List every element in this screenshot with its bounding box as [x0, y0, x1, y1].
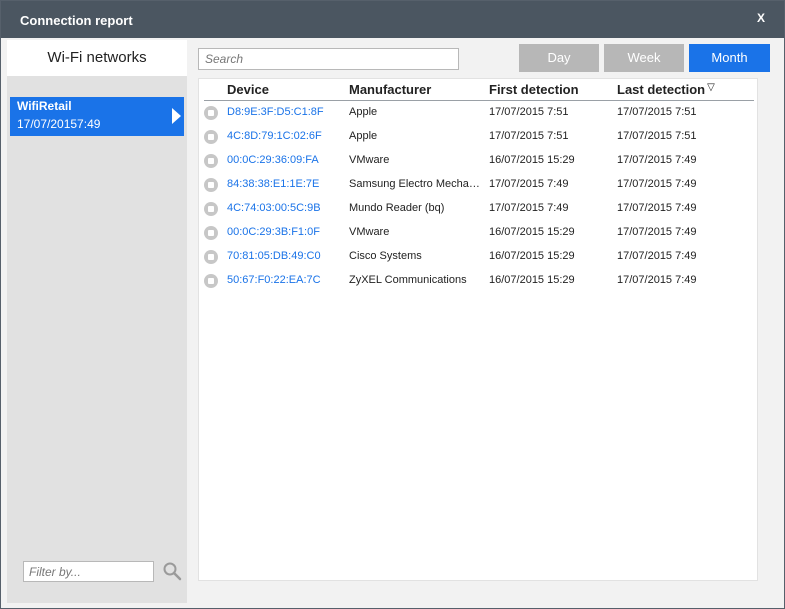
sidebar: Wi-Fi networks WifiRetail 17/07/20157:49 — [7, 40, 187, 603]
manufacturer: VMware — [349, 226, 390, 238]
sidebar-header: Wi-Fi networks — [7, 40, 187, 76]
manufacturer: Cisco Systems — [349, 250, 422, 262]
table-row[interactable]: 50:67:F0:22:EA:7C ZyXEL Communications 16/… — [199, 269, 757, 293]
last-detection: 17/07/2015 7:49 — [617, 274, 697, 286]
lock-icon — [204, 226, 218, 240]
week-button[interactable]: Week — [604, 44, 684, 72]
column-header-first-detection[interactable]: First detection — [489, 82, 579, 97]
column-header-last-detection[interactable]: Last detection ▽ — [617, 82, 715, 97]
network-time: 17/07/20157:49 — [17, 117, 101, 131]
last-detection: 17/07/2015 7:49 — [617, 154, 697, 166]
last-detection: 17/07/2015 7:51 — [617, 130, 697, 142]
devices-table: Device Manufacturer First detection Last… — [198, 78, 758, 581]
first-detection: 17/07/2015 7:51 — [489, 106, 569, 118]
table-row[interactable]: 70:81:05:DB:49:C0 Cisco Systems 16/07/2015… — [199, 245, 757, 269]
column-header-last-detection-label: Last detection — [617, 82, 706, 97]
first-detection: 16/07/2015 15:29 — [489, 154, 575, 166]
last-detection: 17/07/2015 7:49 — [617, 250, 697, 262]
device-mac[interactable]: D8:9E:3F:D5:C1:8F — [227, 106, 324, 118]
column-header-manufacturer[interactable]: Manufacturer — [349, 82, 431, 97]
first-detection: 17/07/2015 7:49 — [489, 178, 569, 190]
day-button[interactable]: Day — [519, 44, 599, 72]
close-button[interactable]: X — [754, 11, 768, 25]
search-input[interactable] — [198, 48, 459, 70]
lock-icon — [204, 202, 218, 216]
manufacturer: ZyXEL Communications — [349, 274, 467, 286]
title-bar: Connection report X — [1, 1, 784, 38]
last-detection: 17/07/2015 7:49 — [617, 202, 697, 214]
device-mac[interactable]: 4C:74:03:00:5C:9B — [227, 202, 321, 214]
device-mac[interactable]: 4C:8D:79:1C:02:6F — [227, 130, 322, 142]
manufacturer: Mundo Reader (bq) — [349, 202, 445, 214]
first-detection: 17/07/2015 7:49 — [489, 202, 569, 214]
window-title: Connection report — [20, 13, 133, 28]
lock-icon — [204, 274, 218, 288]
connection-report-window: Connection report X Wi-Fi networks WifiR… — [0, 0, 785, 609]
lock-icon — [204, 250, 218, 264]
search-icon[interactable] — [162, 561, 182, 581]
table-row[interactable]: 84:38:38:E1:1E:7E Samsung Electro Mechani… — [199, 173, 757, 197]
table-row[interactable]: 4C:8D:79:1C:02:6F Apple 17/07/2015 7:51 17/… — [199, 125, 757, 149]
first-detection: 16/07/2015 15:29 — [489, 274, 575, 286]
month-button[interactable]: Month — [689, 44, 770, 72]
network-name: WifiRetail — [17, 99, 72, 113]
table-row[interactable]: 00:0C:29:36:09:FA VMware 16/07/2015 15:29 1… — [199, 149, 757, 173]
device-mac[interactable]: 84:38:38:E1:1E:7E — [227, 178, 319, 190]
first-detection: 16/07/2015 15:29 — [489, 226, 575, 238]
last-detection: 17/07/2015 7:49 — [617, 226, 697, 238]
manufacturer: Apple — [349, 106, 378, 118]
last-detection: 17/07/2015 7:51 — [617, 106, 697, 118]
manufacturer: Apple — [349, 130, 378, 142]
sort-descending-icon: ▽ — [707, 82, 715, 93]
lock-icon — [204, 106, 218, 120]
manufacturer: VMware — [349, 154, 390, 166]
chevron-right-icon — [172, 108, 181, 124]
last-detection: 17/07/2015 7:49 — [617, 178, 697, 190]
table-row[interactable]: 4C:74:03:00:5C:9B Mundo Reader (bq) 17/07/… — [199, 197, 757, 221]
table-row[interactable]: 00:0C:29:3B:F1:0F VMware 16/07/2015 15:29 1… — [199, 221, 757, 245]
lock-icon — [204, 154, 218, 168]
filter-input[interactable] — [23, 561, 154, 582]
first-detection: 17/07/2015 7:51 — [489, 130, 569, 142]
device-mac[interactable]: 50:67:F0:22:EA:7C — [227, 274, 321, 286]
network-item-wifiretail[interactable]: WifiRetail 17/07/20157:49 — [10, 97, 184, 136]
lock-icon — [204, 130, 218, 144]
table-row[interactable]: D8:9E:3F:D5:C1:8F Apple 17/07/2015 7:51 17/… — [199, 101, 757, 125]
device-mac[interactable]: 00:0C:29:3B:F1:0F — [227, 226, 320, 238]
lock-icon — [204, 178, 218, 192]
device-mac[interactable]: 00:0C:29:36:09:FA — [227, 154, 319, 166]
column-header-device[interactable]: Device — [227, 82, 269, 97]
first-detection: 16/07/2015 15:29 — [489, 250, 575, 262]
manufacturer: Samsung Electro Mechanics — [349, 178, 484, 190]
device-mac[interactable]: 70:81:05:DB:49:C0 — [227, 250, 321, 262]
